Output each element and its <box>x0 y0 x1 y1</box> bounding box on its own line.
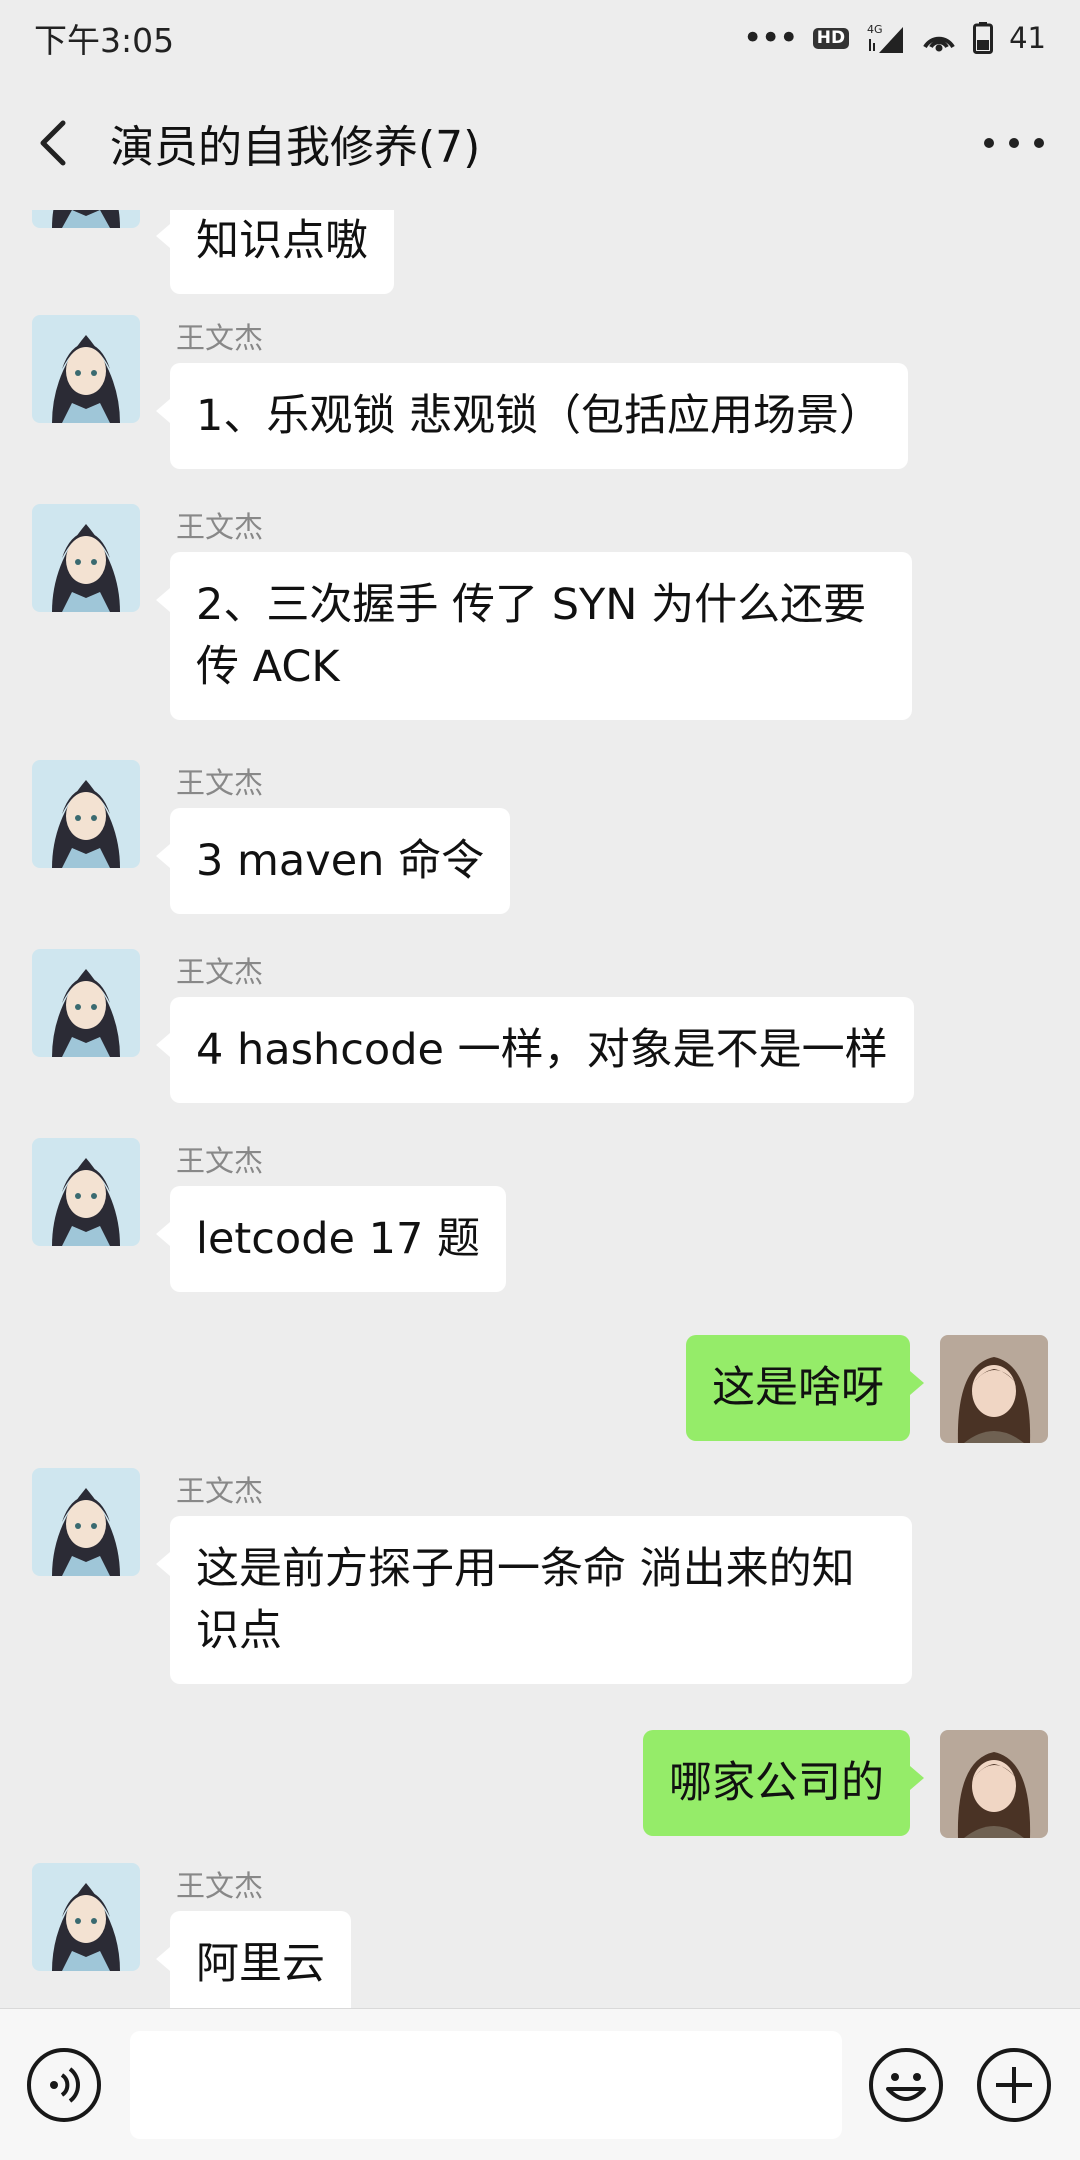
voice-icon <box>27 2048 101 2122</box>
avatar[interactable] <box>940 1730 1048 1838</box>
sender-name: 王文杰 <box>176 766 264 800</box>
chevron-left-icon <box>40 120 66 166</box>
emoji-button[interactable] <box>866 2045 946 2125</box>
avatar[interactable] <box>32 760 140 868</box>
avatar[interactable] <box>32 210 140 228</box>
plus-icon <box>977 2048 1051 2122</box>
more-dots-icon <box>984 138 994 148</box>
sender-name: 王文杰 <box>176 1474 264 1508</box>
avatar[interactable] <box>32 315 140 423</box>
message-bubble[interactable]: 哪家公司的 <box>643 1730 924 1836</box>
message-bubble[interactable]: 2、三次握手 传了 SYN 为什么还要传 ACK <box>156 552 912 720</box>
back-button[interactable] <box>8 76 98 210</box>
sender-name: 王文杰 <box>176 955 264 989</box>
voice-button[interactable] <box>24 2045 104 2125</box>
status-time: 下午3:05 <box>34 21 175 60</box>
message-bubble[interactable]: 这是前方探子用一条命 淌出来的知识点 <box>156 1516 912 1684</box>
hotspot-icon <box>923 36 955 52</box>
title-bar: 演员的自我修养(7) <box>0 76 1080 210</box>
signal-icon: 4G <box>867 23 904 53</box>
plus-button[interactable] <box>974 2045 1054 2125</box>
avatar[interactable] <box>32 949 140 1057</box>
battery-icon <box>973 22 994 54</box>
sender-name: 王文杰 <box>176 510 264 544</box>
input-bar <box>0 2008 1080 2160</box>
chat-title: 演员的自我修养(7) <box>110 122 481 173</box>
more-button[interactable] <box>984 116 1044 170</box>
sender-name: 王文杰 <box>176 1869 264 1903</box>
message-bubble[interactable]: 知识点嗷 <box>156 210 394 294</box>
avatar[interactable] <box>940 1335 1048 1443</box>
message-bubble[interactable]: letcode 17 题 <box>155 1186 507 1292</box>
chat-screen: 下午3:05 ••• HD 4G 41 演员的自我修养(7) 知识点嗷 王文杰 … <box>0 0 1080 2160</box>
avatar[interactable] <box>32 1468 140 1576</box>
message-bubble[interactable]: 阿里云 <box>156 1911 351 2008</box>
network-type-label: 4G <box>867 23 883 36</box>
avatar[interactable] <box>32 504 140 612</box>
hd-badge: HD <box>812 27 850 49</box>
message-bubble[interactable]: 这是啥呀 <box>686 1335 924 1441</box>
avatar[interactable] <box>32 1138 140 1246</box>
status-bar: 下午3:05 ••• HD 4G 41 <box>0 0 1080 76</box>
message-list[interactable]: 知识点嗷 王文杰 1、乐观锁 悲观锁（包括应用场景） 王文杰 2、三次握手 传了… <box>0 210 1080 2008</box>
avatar[interactable] <box>32 1863 140 1971</box>
message-input[interactable] <box>130 2031 842 2139</box>
message-bubble[interactable]: 4 hashcode 一样，对象是不是一样 <box>156 997 914 1103</box>
sender-name: 王文杰 <box>176 321 264 355</box>
message-bubble[interactable]: 3 maven 命令 <box>155 808 511 914</box>
battery-percent: 41 <box>1009 21 1046 55</box>
sender-name: 王文杰 <box>176 1144 264 1178</box>
message-bubble[interactable]: 1、乐观锁 悲观锁（包括应用场景） <box>155 363 909 469</box>
notification-dots-icon: ••• <box>742 18 799 58</box>
emoji-icon <box>869 2048 943 2122</box>
status-icons: ••• HD 4G 41 <box>743 21 1046 55</box>
